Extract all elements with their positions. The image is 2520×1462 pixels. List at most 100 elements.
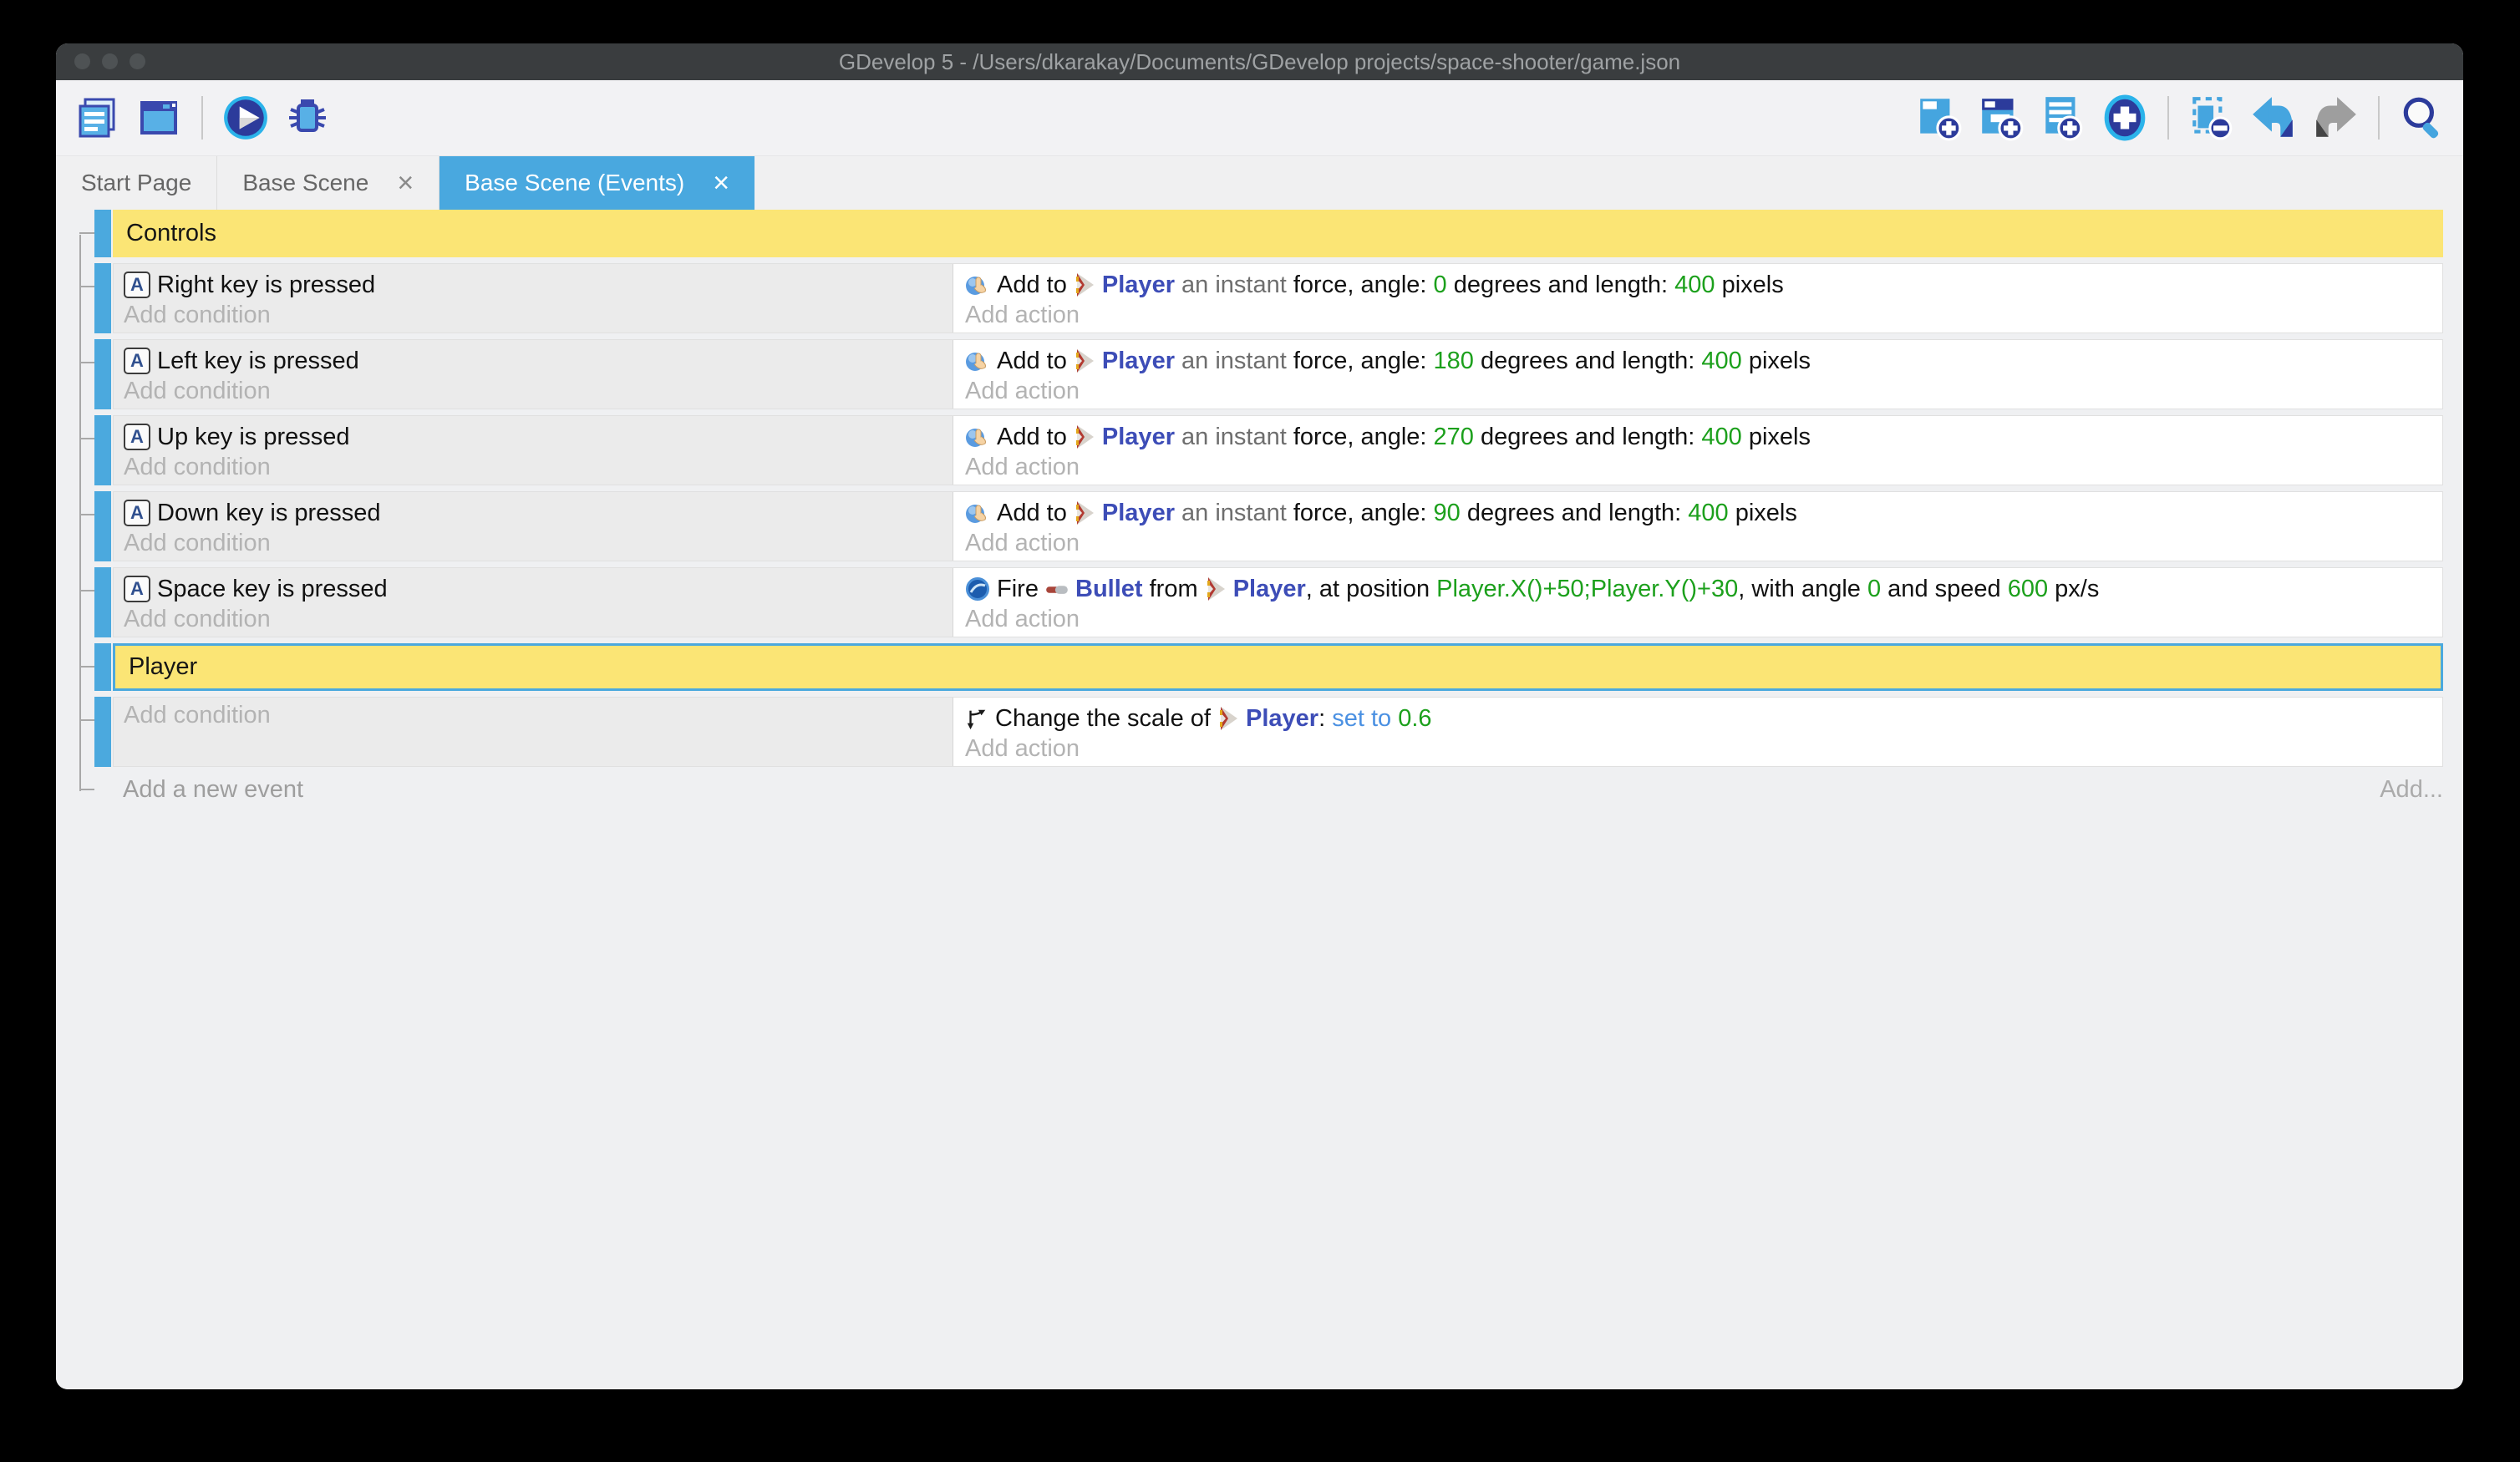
- player-ship-icon: [1074, 424, 1095, 449]
- event-row: Add condition Change the scale of Player:…: [94, 697, 2443, 767]
- toolbar: [56, 80, 2463, 156]
- close-window-button[interactable]: [74, 53, 90, 69]
- titlebar: GDevelop 5 - /Users/dkarakay/Documents/G…: [56, 43, 2463, 80]
- action-text: , with angle: [1738, 576, 1867, 603]
- add-subevent-icon[interactable]: [1975, 92, 2027, 144]
- events-footer: Add a new event Add...: [94, 773, 2443, 806]
- tab-start-page[interactable]: Start Page: [56, 156, 217, 210]
- action-text: Player.X()+50;Player.Y()+30: [1436, 576, 1738, 603]
- actions-column[interactable]: Add to Player an instant force, angle: 9…: [953, 492, 2442, 561]
- scale-icon: [965, 707, 988, 730]
- tab-base-scene-events[interactable]: Base Scene (Events) ×: [439, 156, 754, 210]
- preview-play-icon[interactable]: [220, 92, 272, 144]
- player-ship-icon: [1217, 706, 1239, 731]
- conditions-column[interactable]: ADown key is pressedAdd condition: [114, 492, 953, 561]
- zoom-window-button[interactable]: [130, 53, 145, 69]
- condition-text: Left key is pressed: [157, 348, 359, 375]
- conditions-column[interactable]: ASpace key is pressedAdd condition: [114, 568, 953, 637]
- search-icon[interactable]: [2396, 92, 2448, 144]
- condition-sentence: ALeft key is pressed: [124, 344, 942, 378]
- action-sentence: Add to Player an instant force, angle: 2…: [965, 420, 2431, 454]
- add-more-link[interactable]: Add...: [2380, 776, 2443, 804]
- add-condition-button[interactable]: Add condition: [124, 606, 942, 632]
- close-tab-icon[interactable]: ×: [397, 169, 414, 197]
- add-condition-button[interactable]: Add condition: [124, 378, 942, 404]
- action-text: [1175, 424, 1181, 451]
- action-sentence: Change the scale of Player: set to 0.6: [965, 702, 2431, 735]
- minimize-window-button[interactable]: [102, 53, 118, 69]
- tab-base-scene[interactable]: Base Scene×: [217, 156, 439, 210]
- actions-column[interactable]: Fire Bullet from Player, at position Pla…: [953, 568, 2442, 637]
- event-indent-bar: [94, 339, 111, 409]
- add-condition-button[interactable]: Add condition: [124, 530, 942, 556]
- action-text: degrees and length:: [1461, 500, 1688, 527]
- debug-icon[interactable]: [282, 92, 333, 144]
- conditions-column[interactable]: AUp key is pressedAdd condition: [114, 416, 953, 485]
- actions-column[interactable]: Change the scale of Player: set to 0.6Ad…: [953, 698, 2442, 766]
- action-text: px/s: [2048, 576, 2099, 603]
- add-condition-button[interactable]: Add condition: [124, 302, 942, 328]
- event-group-header[interactable]: Player: [113, 643, 2443, 691]
- player-ship-icon: [1205, 576, 1227, 602]
- tab-label: Base Scene (Events): [465, 170, 684, 196]
- event-indent-bar: [94, 263, 111, 333]
- event: ALeft key is pressedAdd conditionAdd to …: [113, 339, 2443, 409]
- actions-column[interactable]: Add to Player an instant force, angle: 0…: [953, 264, 2442, 333]
- player-ship-icon: [1074, 272, 1095, 297]
- force-icon: [965, 500, 990, 525]
- action-text: Add to: [997, 500, 1074, 527]
- conditions-column[interactable]: Add condition: [114, 698, 953, 766]
- actions-column[interactable]: Add to Player an instant force, angle: 1…: [953, 340, 2442, 409]
- add-action-button[interactable]: Add action: [965, 606, 2431, 632]
- project-manager-icon[interactable]: [71, 92, 123, 144]
- event: Add condition Change the scale of Player:…: [113, 697, 2443, 767]
- add-new-event-link[interactable]: Add a new event: [123, 776, 303, 804]
- add-condition-button[interactable]: Add condition: [124, 702, 942, 728]
- add-event-icon[interactable]: [1913, 92, 1965, 144]
- scene-editor-icon[interactable]: [133, 92, 185, 144]
- action-text: :: [1318, 705, 1332, 733]
- add-condition-button[interactable]: Add condition: [124, 454, 942, 480]
- add-action-button[interactable]: Add action: [965, 735, 2431, 762]
- action-text: 600: [2008, 576, 2048, 603]
- actions-column[interactable]: Add to Player an instant force, angle: 2…: [953, 416, 2442, 485]
- action-text: [1175, 348, 1181, 375]
- tree-line: [79, 235, 81, 791]
- force-icon: [965, 424, 990, 449]
- conditions-column[interactable]: ALeft key is pressedAdd condition: [114, 340, 953, 409]
- condition-text: Up key is pressed: [157, 424, 350, 451]
- add-action-button[interactable]: Add action: [965, 454, 2431, 480]
- add-action-button[interactable]: Add action: [965, 378, 2431, 404]
- group-title: Player: [129, 653, 197, 681]
- action-text: Fire: [997, 576, 1045, 603]
- redo-icon[interactable]: [2309, 92, 2361, 144]
- action-text: 400: [1701, 348, 1741, 375]
- action-text: an instant: [1181, 500, 1287, 527]
- action-text: degrees and length:: [1474, 348, 1701, 375]
- event-row: ASpace key is pressedAdd condition Fire B…: [94, 567, 2443, 637]
- event-group-header[interactable]: Controls: [113, 210, 2443, 257]
- action-text: 0: [1867, 576, 1881, 603]
- action-text: force, angle:: [1287, 348, 1434, 375]
- force-icon: [965, 348, 990, 373]
- add-more-events-icon[interactable]: [2099, 92, 2151, 144]
- conditions-column[interactable]: ARight key is pressedAdd condition: [114, 264, 953, 333]
- action-sentence: Add to Player an instant force, angle: 0…: [965, 268, 2431, 302]
- add-action-button[interactable]: Add action: [965, 302, 2431, 328]
- keyboard-key-icon: A: [124, 500, 150, 526]
- event: ADown key is pressedAdd conditionAdd to …: [113, 491, 2443, 561]
- window-title: GDevelop 5 - /Users/dkarakay/Documents/G…: [56, 43, 2463, 80]
- add-action-button[interactable]: Add action: [965, 530, 2431, 556]
- action-text: Player: [1102, 424, 1175, 451]
- add-comment-icon[interactable]: [2037, 92, 2089, 144]
- undo-icon[interactable]: [2248, 92, 2299, 144]
- action-text: from: [1143, 576, 1205, 603]
- event-indent-bar: [94, 210, 111, 257]
- remove-event-icon[interactable]: [2186, 92, 2238, 144]
- player-ship-icon: [1074, 500, 1095, 525]
- close-tab-icon[interactable]: ×: [713, 169, 729, 197]
- action-text: Player: [1246, 705, 1318, 733]
- action-text: pixels: [1742, 424, 1811, 451]
- action-sentence: Fire Bullet from Player, at position Pla…: [965, 572, 2431, 606]
- action-text: Player: [1102, 500, 1175, 527]
